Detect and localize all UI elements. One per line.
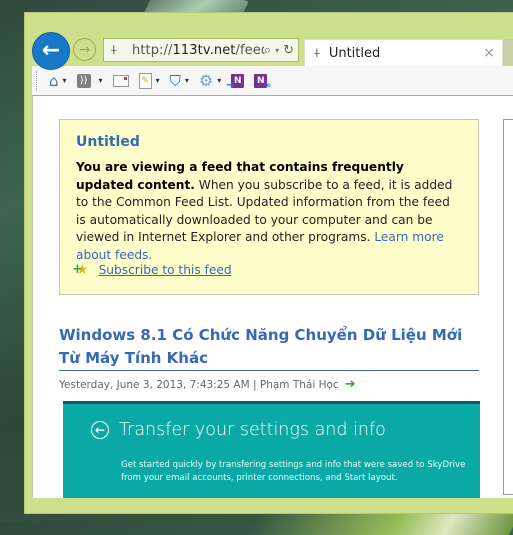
onenote-letter: N <box>233 75 242 86</box>
command-bar: ⌂ ▾ )) ▾ ✎ ▾ ⛉ ▾ ⚙ ▾ N ➜ N ∞ <box>32 66 513 96</box>
feed-title: Untitled <box>76 134 140 150</box>
url-prefix: http:// <box>132 42 173 58</box>
link-icon: ∞ <box>263 80 272 91</box>
image-heading: ← Transfer your settings and info <box>91 420 386 440</box>
forward-button[interactable]: → <box>73 38 96 61</box>
linked-notes-button[interactable]: N ∞ <box>254 71 271 91</box>
arrow-icon: ➜ <box>226 79 235 91</box>
tab-title: Untitled <box>328 45 381 61</box>
chevron-down-icon[interactable]: ▾ <box>156 76 160 85</box>
close-icon[interactable]: × <box>483 45 495 61</box>
send-to-onenote-button[interactable]: N ➜ <box>226 71 245 91</box>
feeds-button[interactable]: )) ▾ <box>76 71 103 91</box>
arrow-left-icon: ← <box>41 38 61 63</box>
image-heading-text: Transfer your settings and info <box>119 420 386 440</box>
page-content: Untitled You are viewing a feed that con… <box>32 96 513 498</box>
url-path: /feed/ <box>235 42 264 58</box>
feed-description: You are viewing a feed that contains fre… <box>76 159 462 264</box>
back-button[interactable]: ← <box>32 32 70 70</box>
onenote-link-icon: N ∞ <box>254 73 271 91</box>
gear-icon: ⚙ <box>198 71 214 90</box>
read-mail-button[interactable] <box>112 71 129 91</box>
chevron-down-icon[interactable]: ▾ <box>63 76 67 85</box>
new-tab-area[interactable] <box>503 39 513 66</box>
mail-icon <box>112 74 129 87</box>
back-circle-icon: ← <box>91 421 109 439</box>
article-date-author: Yesterday, June 3, 2013, 7:43:25 AM | Ph… <box>59 378 339 391</box>
chevron-down-icon[interactable]: ▾ <box>185 76 189 85</box>
subscribe-link[interactable]: Subscribe to this feed <box>99 263 232 277</box>
refresh-icon[interactable]: ↻ <box>283 43 294 58</box>
search-icon[interactable]: ⌕ <box>264 43 271 58</box>
tab-untitled[interactable]: ⍭ Untitled × <box>304 39 503 66</box>
go-arrow-icon[interactable]: ➜ <box>345 377 356 392</box>
feed-info-box: Untitled You are viewing a feed that con… <box>59 119 479 295</box>
chevron-down-icon[interactable]: ▾ <box>99 76 103 85</box>
home-button[interactable]: ⌂ ▾ <box>49 71 67 91</box>
safety-button[interactable]: ⛉ ▾ <box>170 71 189 91</box>
article-image: ← Transfer your settings and info Get st… <box>63 401 480 498</box>
shield-icon: ⛉ <box>169 71 181 90</box>
rss-icon: )) <box>76 73 91 88</box>
chevron-down-icon[interactable]: ▾ <box>217 76 221 85</box>
add-favorite-star-icon: ★ <box>72 262 88 278</box>
toolbar-grip[interactable] <box>36 70 39 91</box>
site-pulse-icon: ⍭ <box>313 45 321 61</box>
url-text[interactable]: http://113tv.net/feed/ <box>132 43 264 58</box>
address-bar[interactable]: ⍭ http://113tv.net/feed/ ⌕ ▾ ↻ <box>103 38 299 62</box>
site-pulse-icon: ⍭ <box>110 42 118 58</box>
page-icon: ✎ <box>138 72 152 89</box>
tools-button[interactable]: ⚙ ▾ <box>199 71 221 91</box>
page-button[interactable]: ✎ ▾ <box>138 71 160 91</box>
article-title-link[interactable]: Windows 8.1 Có Chức Năng Chuyển Dữ Liệu … <box>59 324 479 370</box>
url-domain: 113tv.net <box>172 42 236 58</box>
article-divider <box>59 370 479 371</box>
chevron-down-icon[interactable]: ▾ <box>275 46 279 55</box>
image-description: Get started quickly by transfering setti… <box>121 460 466 483</box>
subscribe-row: ★ Subscribe to this feed <box>72 262 232 278</box>
side-panel <box>503 119 513 495</box>
arrow-right-icon: → <box>78 41 91 58</box>
article-meta: Yesterday, June 3, 2013, 7:43:25 AM | Ph… <box>59 377 356 392</box>
home-icon: ⌂ <box>49 71 59 90</box>
onenote-send-icon: N ➜ <box>226 73 245 91</box>
